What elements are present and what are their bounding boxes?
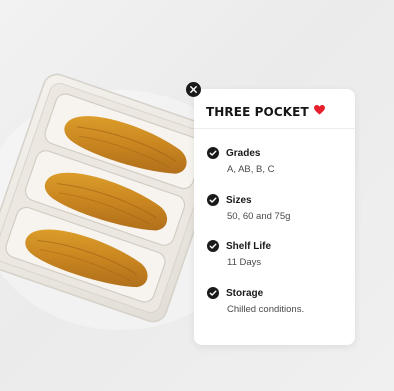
spec-label: Shelf Life [226,240,272,252]
heart-icon[interactable] [313,105,325,115]
check-circle-icon [207,194,219,206]
spec-label: Storage [226,287,264,299]
spec-label: Grades [226,147,261,159]
check-circle-icon [207,287,219,299]
product-info-card: THREE POCKET Grades A, AB, B, C Sizes 50… [194,89,355,345]
close-button[interactable] [186,82,201,97]
spec-storage: Storage Chilled conditions. [207,287,304,315]
card-header: THREE POCKET [206,105,325,119]
spec-label: Sizes [226,194,252,206]
spec-sizes: Sizes 50, 60 and 75g [207,194,290,222]
spec-shelf-life: Shelf Life 11 Days [207,240,271,268]
close-icon [190,86,197,93]
check-circle-icon [207,147,219,159]
spec-value: 50, 60 and 75g [227,211,291,222]
spec-value: 11 Days [227,257,262,268]
card-divider [194,128,355,129]
spec-value: A, AB, B, C [227,164,275,175]
check-circle-icon [207,240,219,252]
spec-grades: Grades A, AB, B, C [207,147,275,175]
card-title: THREE POCKET [206,105,309,119]
spec-value: Chilled conditions. [227,304,305,315]
